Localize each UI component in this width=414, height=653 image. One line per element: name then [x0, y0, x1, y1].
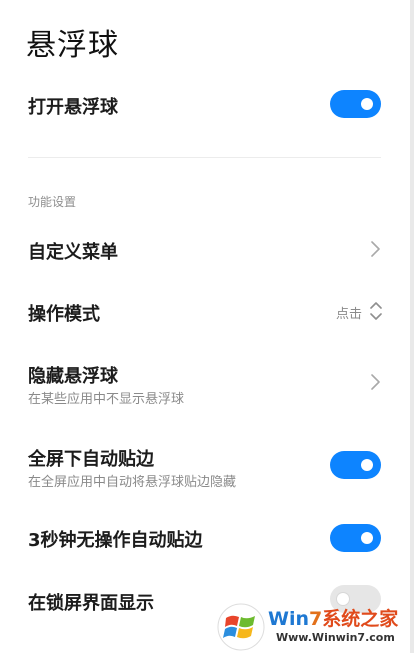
divider	[28, 157, 381, 158]
idle-auto-edge-toggle[interactable]	[330, 524, 381, 552]
fullscreen-auto-edge-toggle[interactable]	[330, 451, 381, 479]
chevron-up-down-icon	[370, 302, 382, 320]
section-title: 功能设置	[28, 195, 77, 209]
watermark-brand-prefix: Win	[268, 608, 309, 630]
setting-hide-floating-ball[interactable]: 隐藏悬浮球 在某些应用中不显示悬浮球	[0, 356, 410, 408]
operation-mode-value: 点击	[336, 307, 363, 322]
watermark-url: Www.Winwin7.com	[276, 631, 395, 644]
watermark-brand-cn: 系统之家	[322, 608, 399, 630]
chevron-right-icon	[371, 241, 380, 257]
watermark-brand-seven: 7	[309, 608, 323, 630]
setting-label: 隐藏悬浮球	[28, 366, 118, 387]
setting-label: 打开悬浮球	[28, 97, 118, 118]
setting-label: 3秒钟无操作自动贴边	[28, 530, 203, 551]
chevron-right-icon	[371, 374, 380, 390]
setting-fullscreen-auto-edge[interactable]: 全屏下自动贴边 在全屏应用中自动将悬浮球贴边隐藏	[0, 440, 410, 492]
window-edge	[410, 0, 414, 653]
watermark: Win7系统之家 Www.Winwin7.com	[216, 600, 414, 653]
setting-operation-mode[interactable]: 操作模式 点击	[0, 294, 410, 330]
setting-label: 操作模式	[28, 304, 100, 325]
setting-idle-auto-edge[interactable]: 3秒钟无操作自动贴边	[0, 521, 410, 557]
setting-sublabel: 在全屏应用中自动将悬浮球贴边隐藏	[28, 475, 237, 490]
setting-label: 全屏下自动贴边	[28, 449, 154, 470]
enable-floating-ball-toggle[interactable]	[330, 90, 381, 118]
setting-enable-floating-ball[interactable]: 打开悬浮球	[0, 88, 410, 122]
windows-logo-icon	[217, 603, 265, 651]
setting-label: 自定义菜单	[28, 242, 118, 263]
setting-custom-menu[interactable]: 自定义菜单	[0, 232, 410, 268]
setting-label: 在锁屏界面显示	[28, 593, 154, 614]
toggle-knob	[361, 532, 373, 544]
setting-sublabel: 在某些应用中不显示悬浮球	[28, 392, 185, 407]
page-title: 悬浮球	[26, 28, 119, 63]
toggle-knob	[361, 459, 373, 471]
watermark-brand: Win7系统之家	[268, 604, 398, 631]
toggle-knob	[361, 98, 373, 110]
